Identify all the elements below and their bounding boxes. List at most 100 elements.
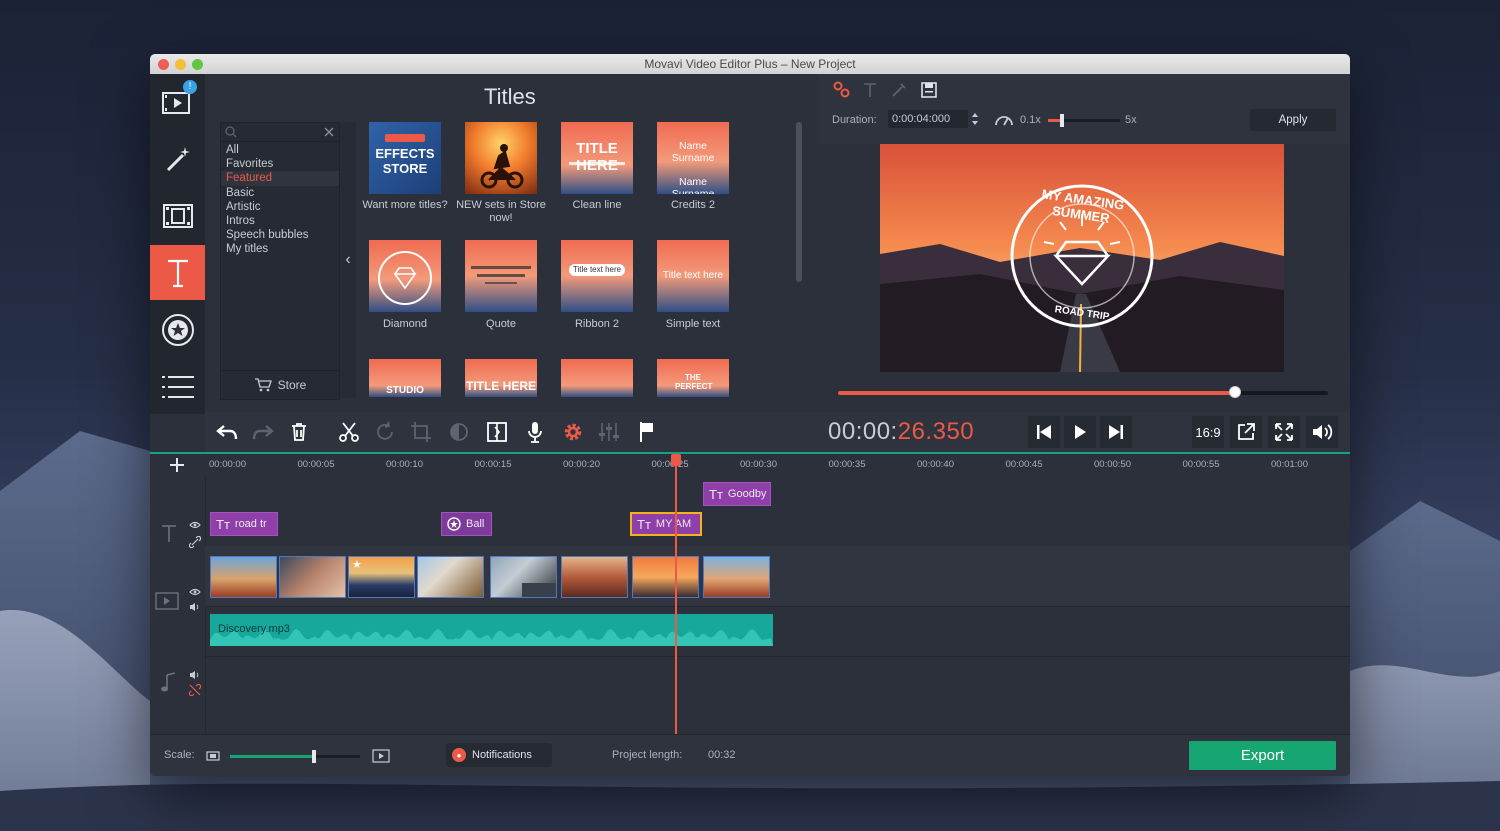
playhead-handle[interactable] <box>671 454 681 466</box>
title-tile[interactable] <box>465 240 537 312</box>
clip-properties-button[interactable] <box>481 416 513 448</box>
category-item[interactable]: Favorites <box>221 157 339 171</box>
category-item[interactable]: Artistic <box>221 200 339 214</box>
add-track-icon[interactable] <box>168 456 186 474</box>
category-item[interactable]: All <box>221 143 339 157</box>
scale-slider-thumb[interactable] <box>312 750 316 763</box>
next-button[interactable] <box>1100 416 1132 448</box>
title-tile[interactable]: TITLE HERE <box>465 359 537 397</box>
timeline-ruler[interactable]: 00:00:00 00:00:05 00:00:10 00:00:15 00:00:20… <box>150 452 1350 476</box>
video-clip[interactable] <box>210 556 277 598</box>
gallery-scrollbar[interactable] <box>796 122 802 282</box>
save-icon[interactable] <box>920 81 938 99</box>
duration-stepper-icon[interactable] <box>970 110 980 128</box>
scale-slider[interactable] <box>230 750 360 763</box>
eye-icon[interactable] <box>189 588 201 596</box>
title-tile[interactable]: Name Surname Name Surname <box>657 122 729 194</box>
video-clip[interactable] <box>279 556 346 598</box>
color-picker-icon[interactable] <box>890 81 908 99</box>
category-item[interactable]: Speech bubbles <box>221 228 339 242</box>
rotate-button[interactable] <box>369 416 401 448</box>
video-clip[interactable] <box>561 556 628 598</box>
speaker-small-icon[interactable] <box>189 670 201 680</box>
speed-slider[interactable] <box>1048 114 1120 127</box>
export-button[interactable]: Export <box>1189 741 1336 770</box>
title-tile[interactable] <box>561 359 633 397</box>
category-item[interactable]: Basic <box>221 186 339 200</box>
title-tile[interactable]: TITLE HERE <box>561 122 633 194</box>
video-clip[interactable] <box>632 556 699 598</box>
category-item-selected[interactable]: Featured <box>221 171 339 186</box>
speaker-small-icon[interactable] <box>189 602 201 612</box>
title-tile[interactable] <box>465 122 537 194</box>
sidebar-transitions[interactable] <box>150 188 205 243</box>
category-item[interactable]: My titles <box>221 242 339 256</box>
text-format-icon[interactable] <box>862 81 878 99</box>
record-voice-button[interactable] <box>519 416 551 448</box>
store-button[interactable]: Store <box>221 370 339 399</box>
delete-button[interactable] <box>283 416 315 448</box>
title-clip[interactable]: Tт Goodby <box>703 482 771 506</box>
undo-button[interactable] <box>211 416 243 448</box>
sticker-clip[interactable]: Ball <box>441 512 492 536</box>
marker-button[interactable] <box>631 416 663 448</box>
properties-icon[interactable] <box>832 80 852 100</box>
sidebar-stickers[interactable] <box>150 302 205 357</box>
clip-settings-button[interactable] <box>557 416 589 448</box>
title-tile[interactable]: Title text here <box>561 240 633 312</box>
title-tile[interactable]: THE PERFECT <box>657 359 729 397</box>
video-preview[interactable]: MY AMAZING SUMMER ROAD TRIP <box>880 144 1284 372</box>
volume-button[interactable] <box>1306 416 1338 448</box>
title-track[interactable] <box>205 476 1350 547</box>
crop-button[interactable] <box>405 416 437 448</box>
category-item[interactable]: Intros <box>221 214 339 228</box>
audio-clip[interactable]: Discovery.mp3 <box>210 614 773 646</box>
sidebar-import[interactable]: ! <box>150 74 205 129</box>
sidebar-titles[interactable] <box>150 245 205 300</box>
play-button[interactable] <box>1064 416 1096 448</box>
duration-input[interactable]: 0:00:04:000 <box>888 110 968 128</box>
video-clip[interactable] <box>703 556 770 598</box>
equalizer-button[interactable] <box>593 416 625 448</box>
unlink-icon[interactable] <box>189 684 201 696</box>
title-tile[interactable]: STUDIO <box>369 359 441 397</box>
sidebar-more[interactable] <box>150 359 205 414</box>
speed-slider-thumb[interactable] <box>1060 114 1064 127</box>
color-adjust-button[interactable] <box>443 416 475 448</box>
apply-button[interactable]: Apply <box>1250 109 1336 131</box>
zoom-button[interactable] <box>192 59 203 70</box>
fullscreen-button[interactable] <box>1268 416 1300 448</box>
zoom-in-icon[interactable] <box>372 749 390 763</box>
title-clip-selected[interactable]: Tт MY AM <box>630 512 702 536</box>
crop-icon <box>411 422 431 442</box>
clear-search-icon[interactable] <box>323 126 335 138</box>
playback-thumb[interactable] <box>1228 386 1241 398</box>
notifications-button[interactable]: ● Notifications <box>446 743 552 767</box>
eye-icon[interactable] <box>189 521 201 529</box>
split-button[interactable] <box>333 416 365 448</box>
sidebar-filters[interactable] <box>150 131 205 186</box>
video-clip[interactable] <box>417 556 484 598</box>
title-tile[interactable]: Title text here <box>657 240 729 312</box>
ruler-tick-label: 00:00:00 <box>209 459 246 470</box>
redo-button[interactable] <box>247 416 279 448</box>
sunset-road-frame <box>880 144 1284 372</box>
zoom-out-icon[interactable] <box>206 750 220 762</box>
title-clip[interactable]: Tт road tr <box>210 512 278 536</box>
close-button[interactable] <box>158 59 169 70</box>
video-clip[interactable]: ★ <box>348 556 415 598</box>
preview-toolbar: Duration: 0:00:04:000 0.1x 5x Apply <box>818 74 1350 144</box>
video-clip[interactable] <box>490 556 557 598</box>
playback-progress[interactable] <box>838 386 1328 398</box>
previous-button[interactable] <box>1028 416 1060 448</box>
link-icon[interactable] <box>189 536 201 548</box>
minimize-button[interactable] <box>175 59 186 70</box>
detach-preview-button[interactable] <box>1230 416 1262 448</box>
aspect-ratio-button[interactable]: 16:9 <box>1192 416 1224 448</box>
playhead[interactable] <box>671 454 681 734</box>
title-tile[interactable]: EFFECTS STORE <box>369 122 441 194</box>
title-tile[interactable] <box>369 240 441 312</box>
collapse-panel-button[interactable]: ‹ <box>340 122 356 398</box>
category-search[interactable] <box>221 123 339 142</box>
redo-icon <box>252 425 274 440</box>
